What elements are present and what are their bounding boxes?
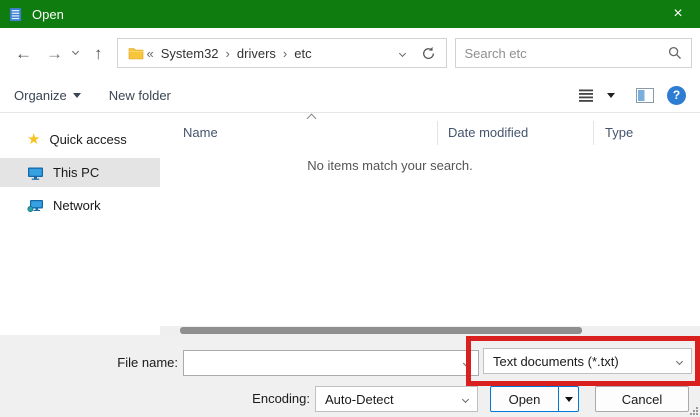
empty-message: No items match your search. xyxy=(307,158,472,173)
command-toolbar: Organize New folder ? xyxy=(0,78,700,113)
back-button[interactable]: ← xyxy=(15,45,32,62)
breadcrumb-segment-system32[interactable]: System32 xyxy=(161,46,219,61)
search-input[interactable] xyxy=(465,46,669,61)
sidebar-item-quick-access[interactable]: ★ Quick access xyxy=(0,125,160,154)
folder-icon xyxy=(128,46,144,60)
open-dialog: Open × ← → ↑ « System32 › drivers › etc xyxy=(0,0,700,417)
forward-icon: → xyxy=(46,44,63,63)
file-name-label: File name: xyxy=(0,350,178,376)
star-icon: ★ xyxy=(27,132,40,147)
column-headers: Name Date modified Type xyxy=(160,121,700,145)
footer-panel: File name: Text documents (*.txt) Encodi… xyxy=(0,335,700,417)
breadcrumb-separator: › xyxy=(226,46,230,61)
file-name-combobox[interactable] xyxy=(183,350,479,376)
up-icon: ↑ xyxy=(94,44,103,63)
breadcrumb-separator: › xyxy=(283,46,287,61)
open-dropdown-button[interactable] xyxy=(558,387,578,411)
preview-pane-icon[interactable] xyxy=(636,88,654,103)
help-button[interactable]: ? xyxy=(667,86,686,105)
organize-button[interactable]: Organize xyxy=(14,88,81,103)
navigation-pane: ★ Quick access This PC xyxy=(0,113,160,335)
encoding-label: Encoding: xyxy=(180,386,310,412)
monitor-icon xyxy=(27,165,44,181)
up-button[interactable]: ↑ xyxy=(94,45,103,62)
horizontal-scrollbar[interactable] xyxy=(160,326,700,335)
column-header-date-modified[interactable]: Date modified xyxy=(437,121,593,145)
breadcrumb-segment-etc[interactable]: etc xyxy=(294,46,311,61)
file-type-chevron-icon xyxy=(676,357,683,364)
sidebar-item-network[interactable]: Network xyxy=(0,191,160,220)
close-button[interactable]: × xyxy=(656,0,700,28)
dropdown-arrow-icon xyxy=(565,397,573,402)
cancel-button[interactable]: Cancel xyxy=(595,386,689,412)
notepad-icon xyxy=(8,7,23,22)
encoding-value: Auto-Detect xyxy=(325,392,394,407)
back-icon: ← xyxy=(15,44,32,63)
open-button-label: Open xyxy=(491,392,558,407)
organize-caret-icon xyxy=(73,93,81,98)
history-chevron-icon[interactable] xyxy=(72,48,79,55)
resize-grip[interactable] xyxy=(689,406,698,415)
new-folder-label: New folder xyxy=(109,88,171,103)
sidebar-item-this-pc[interactable]: This PC xyxy=(0,158,160,187)
window-title: Open xyxy=(32,7,64,22)
open-button[interactable]: Open xyxy=(490,386,579,412)
help-icon: ? xyxy=(673,88,680,102)
navigation-bar: ← → ↑ « System32 › drivers › etc xyxy=(0,28,700,78)
sidebar-item-label: Quick access xyxy=(49,132,126,147)
breadcrumb-segment-drivers[interactable]: drivers xyxy=(237,46,276,61)
file-list: Name Date modified Type No items match y… xyxy=(160,113,700,335)
search-icon[interactable] xyxy=(668,46,682,60)
new-folder-button[interactable]: New folder xyxy=(109,88,171,103)
forward-button[interactable]: → xyxy=(46,45,63,62)
file-type-combobox[interactable]: Text documents (*.txt) xyxy=(483,348,692,374)
encoding-combobox[interactable]: Auto-Detect xyxy=(315,386,478,412)
search-box xyxy=(455,38,693,68)
close-icon: × xyxy=(673,5,682,23)
refresh-icon[interactable] xyxy=(421,46,436,61)
address-bar[interactable]: « System32 › drivers › etc xyxy=(117,38,447,68)
cancel-button-label: Cancel xyxy=(622,392,662,407)
breadcrumb-overflow[interactable]: « xyxy=(147,46,154,61)
view-caret-icon[interactable] xyxy=(607,93,615,98)
details-view-icon[interactable] xyxy=(578,89,594,102)
file-name-chevron-icon xyxy=(463,359,470,366)
content-area: ★ Quick access This PC xyxy=(0,113,700,335)
sidebar-item-label: Network xyxy=(53,198,101,213)
organize-label: Organize xyxy=(14,88,67,103)
address-chevron-icon[interactable] xyxy=(398,49,405,56)
file-type-value: Text documents (*.txt) xyxy=(493,354,619,369)
column-header-type[interactable]: Type xyxy=(593,121,700,145)
column-header-name[interactable]: Name xyxy=(160,121,437,145)
scrollbar-thumb[interactable] xyxy=(180,327,582,334)
title-bar: Open × xyxy=(0,0,700,28)
sidebar-item-label: This PC xyxy=(53,165,99,180)
encoding-chevron-icon xyxy=(462,395,469,402)
file-name-input[interactable] xyxy=(193,356,464,371)
network-icon xyxy=(27,198,44,214)
